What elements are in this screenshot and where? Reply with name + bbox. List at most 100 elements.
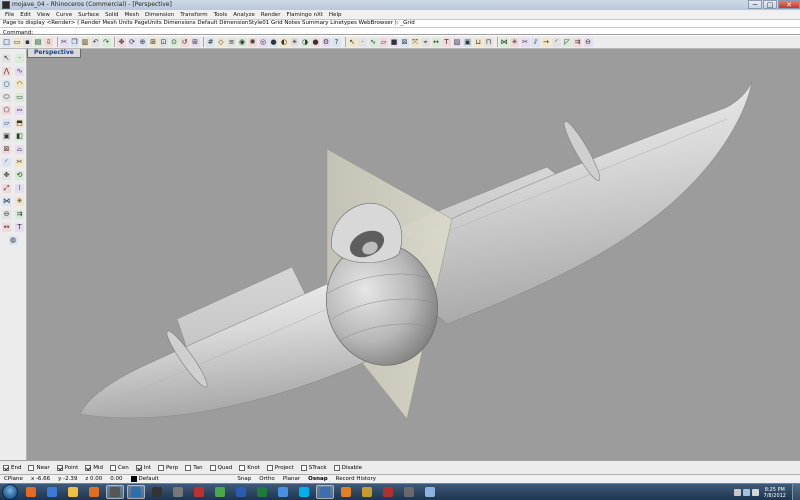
shaded-icon[interactable]: ●	[269, 37, 278, 47]
curve-icon[interactable]: ∿	[368, 37, 378, 47]
osnap-checkbox[interactable]	[266, 464, 273, 471]
offset-icon[interactable]: ⇉	[15, 210, 24, 219]
rendered-icon[interactable]: ◐	[279, 37, 289, 47]
fillet-icon[interactable]: ◜	[552, 37, 561, 47]
command-input[interactable]	[35, 28, 735, 34]
text-icon[interactable]: T	[442, 37, 451, 47]
curve-icon[interactable]: ∿	[15, 67, 24, 76]
rhino-app-icon[interactable]	[2, 1, 10, 9]
status-toggle-record-history[interactable]: Record History	[332, 476, 380, 482]
open-file-icon[interactable]: ▭	[12, 37, 22, 47]
new-file-icon[interactable]: □	[2, 37, 11, 47]
block-icon[interactable]: ▣	[463, 37, 472, 47]
render-sphere-icon[interactable]: ◍	[8, 236, 18, 245]
analyze-icon[interactable]: ⌖	[421, 37, 430, 47]
show-desktop-button[interactable]	[792, 484, 800, 500]
render-preview-icon[interactable]: ◑	[300, 37, 310, 47]
cplane-icon[interactable]: ◇	[216, 37, 226, 47]
camera-icon[interactable]	[169, 485, 187, 499]
options-icon[interactable]: ⚙	[321, 37, 331, 47]
array-icon[interactable]: ⁞	[15, 184, 24, 193]
osnap-int[interactable]: Int	[135, 464, 151, 471]
tray-network-icon[interactable]	[742, 489, 750, 496]
excel-icon[interactable]	[253, 485, 271, 499]
undo-view-icon[interactable]: ↺	[180, 37, 189, 47]
folder-icon[interactable]	[64, 485, 82, 499]
osnap-checkbox[interactable]	[28, 464, 35, 471]
object-properties-icon[interactable]: ◉	[237, 37, 247, 47]
solid-box-icon[interactable]: ▣	[2, 132, 11, 141]
wireframe-icon[interactable]: ◎	[258, 37, 268, 47]
winamp-icon[interactable]	[358, 485, 376, 499]
explorer-icon[interactable]	[43, 485, 61, 499]
firefox-icon[interactable]	[22, 485, 40, 499]
solid-edit-icon[interactable]: ◧	[15, 132, 24, 141]
boolean-icon[interactable]: ⊖	[2, 210, 11, 219]
scale-icon[interactable]: ⤢	[2, 184, 11, 193]
join-icon[interactable]: ⋈	[2, 197, 11, 206]
osnap-perp[interactable]: Perp	[158, 464, 178, 471]
join-icon[interactable]: ⋈	[499, 37, 509, 47]
point-icon[interactable]: ·	[358, 37, 367, 47]
steam-icon[interactable]	[148, 485, 166, 499]
menu-surface[interactable]: Surface	[75, 12, 102, 18]
rectangle-icon[interactable]: ▭	[15, 93, 24, 102]
osnap-knot[interactable]: Knot	[239, 464, 260, 471]
boolean-icon[interactable]: ⊖	[583, 37, 593, 47]
grid-icon[interactable]: #	[206, 37, 215, 47]
word-icon[interactable]	[232, 485, 250, 499]
zoom-selected-icon[interactable]: ⊙	[169, 37, 179, 47]
flamingo-icon[interactable]	[190, 485, 208, 499]
ungroup-icon[interactable]: ⊓	[484, 37, 493, 47]
osnap-checkbox[interactable]	[209, 464, 216, 471]
extrude-icon[interactable]: ⬒	[15, 119, 24, 128]
circle-icon[interactable]: ○	[2, 80, 11, 89]
four-viewports-icon[interactable]: ⊞	[190, 37, 200, 47]
zoom-extents-icon[interactable]: ⊡	[159, 37, 168, 47]
osnap-point[interactable]: Point	[56, 464, 78, 471]
menu-transform[interactable]: Transform	[177, 12, 210, 18]
menu-flamingo[interactable]: Flamingo nXt	[283, 12, 325, 18]
split-icon[interactable]: ⫽	[531, 37, 540, 47]
osnap-disable[interactable]: Disable	[333, 464, 362, 471]
undo-icon[interactable]: ↶	[91, 37, 100, 47]
osnap-end[interactable]: End	[3, 464, 21, 471]
osnap-checkbox[interactable]	[110, 464, 117, 471]
layer-selector[interactable]: Default	[127, 476, 163, 482]
rotate-icon[interactable]: ⟲	[15, 171, 24, 180]
start-button[interactable]	[2, 484, 18, 500]
osnap-checkbox[interactable]	[56, 464, 63, 471]
polygon-icon[interactable]: ⬠	[2, 106, 11, 115]
sketchup-icon[interactable]	[379, 485, 397, 499]
menu-dimension[interactable]: Dimension	[142, 12, 177, 18]
osnap-project[interactable]: Project	[266, 464, 294, 471]
osnap-checkbox[interactable]	[239, 464, 246, 471]
network-icon[interactable]	[316, 485, 334, 499]
osnap-checkbox[interactable]	[185, 464, 192, 471]
loft-icon[interactable]: ⌓	[15, 145, 24, 154]
move-icon[interactable]: ✥	[2, 171, 11, 180]
explode-icon[interactable]: ✳	[15, 197, 24, 206]
fillet-icon[interactable]: ◜	[2, 158, 11, 167]
redo-icon[interactable]: ↷	[101, 37, 111, 47]
clock[interactable]: 8:25 PM 7/8/2012	[764, 487, 786, 499]
import-icon[interactable]: ⇩	[44, 37, 53, 47]
perspective-viewport[interactable]: Perspective	[27, 49, 800, 460]
menu-help[interactable]: Help	[326, 12, 345, 18]
sphere-icon[interactable]: ●	[311, 37, 320, 47]
status-toggle-planar[interactable]: Planar	[279, 476, 304, 482]
zoom-icon[interactable]: ⊕	[138, 37, 147, 47]
osnap-mid[interactable]: Mid	[85, 464, 103, 471]
text-icon[interactable]: T	[15, 223, 24, 232]
extend-icon[interactable]: →	[541, 37, 551, 47]
status-toggle-snap[interactable]: Snap	[233, 476, 255, 482]
tray-volume-icon[interactable]	[751, 489, 759, 496]
media-player-icon[interactable]	[85, 485, 103, 499]
trim-icon[interactable]: ✂	[15, 158, 24, 167]
osnap-checkbox[interactable]	[85, 464, 92, 471]
surface-icon[interactable]: ▱	[2, 119, 11, 128]
skype-icon[interactable]	[295, 485, 313, 499]
blender-icon[interactable]	[337, 485, 355, 499]
rhino-icon[interactable]	[106, 485, 124, 499]
chamfer-icon[interactable]: ◸	[562, 37, 572, 47]
